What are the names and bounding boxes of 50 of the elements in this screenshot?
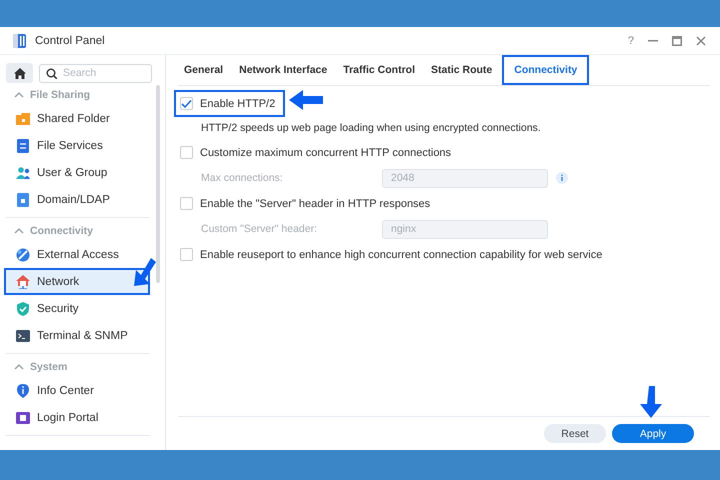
checkbox-label: Customize maximum concurrent HTTP connections [200, 146, 452, 158]
checkbox[interactable] [180, 248, 193, 261]
sidebar-item[interactable]: Domain/LDAP [4, 186, 150, 213]
window-title: Control Panel [35, 34, 106, 46]
group-heading: File Sharing [30, 89, 90, 101]
document-icon [16, 138, 30, 152]
sidebar-item[interactable]: User & Group [4, 159, 150, 186]
sidebar-item[interactable]: External Access [4, 241, 150, 268]
checkbox-label: Enable HTTP/2 [200, 98, 276, 110]
help-button[interactable]: ? [628, 34, 634, 46]
field-label: Custom "Server" header: [201, 223, 318, 235]
info-icon [16, 384, 30, 398]
description-text: HTTP/2 speeds up web page loading when using encrypted connections. [200, 121, 542, 136]
home-icon [14, 68, 26, 78]
people-icon [16, 166, 30, 180]
check-icon [181, 98, 192, 108]
checkbox[interactable] [180, 146, 193, 159]
tab[interactable]: Network Interface [233, 55, 338, 85]
scrollbar[interactable] [156, 85, 160, 283]
home-button[interactable] [6, 63, 33, 83]
folder-icon [16, 112, 30, 126]
checkbox-label: Enable reuseport to enhance high concurrent connection capability for web service [200, 248, 602, 260]
maximize-icon[interactable] [672, 36, 682, 46]
search-icon [46, 68, 57, 78]
sidebar-item[interactable]: Security [4, 295, 150, 322]
sidebar-item[interactable]: File Services [4, 132, 150, 159]
sidebar-item[interactable]: Info Center [4, 377, 150, 404]
field-label: Max connections: [201, 172, 284, 184]
apply-button[interactable]: Apply [612, 424, 694, 443]
shield-icon [16, 302, 30, 316]
tab[interactable]: General [178, 55, 234, 85]
terminal-icon [16, 328, 30, 342]
window-icon [16, 410, 30, 424]
app-icon [12, 32, 27, 48]
search-field[interactable]: Search [39, 64, 152, 82]
checkbox[interactable] [180, 97, 193, 110]
sidebar-item[interactable]: Login Portal [4, 404, 150, 431]
house-icon [16, 274, 30, 288]
close-icon[interactable] [696, 36, 706, 46]
tab[interactable]: Connectivity [502, 55, 590, 85]
tab[interactable]: Static Route [425, 55, 502, 85]
tab[interactable]: Traffic Control [337, 55, 425, 85]
sidebar-item[interactable]: Terminal & SNMP [4, 322, 150, 349]
sidebar-item[interactable]: Shared Folder [4, 105, 150, 132]
group-heading: Connectivity [30, 225, 94, 237]
reset-button[interactable]: Reset [544, 424, 606, 443]
checkbox-label: Enable the "Server" header in HTTP responses [200, 198, 430, 210]
checkbox[interactable] [180, 197, 193, 210]
sidebar-item[interactable]: Network [4, 268, 150, 295]
group-heading: System [30, 361, 68, 373]
